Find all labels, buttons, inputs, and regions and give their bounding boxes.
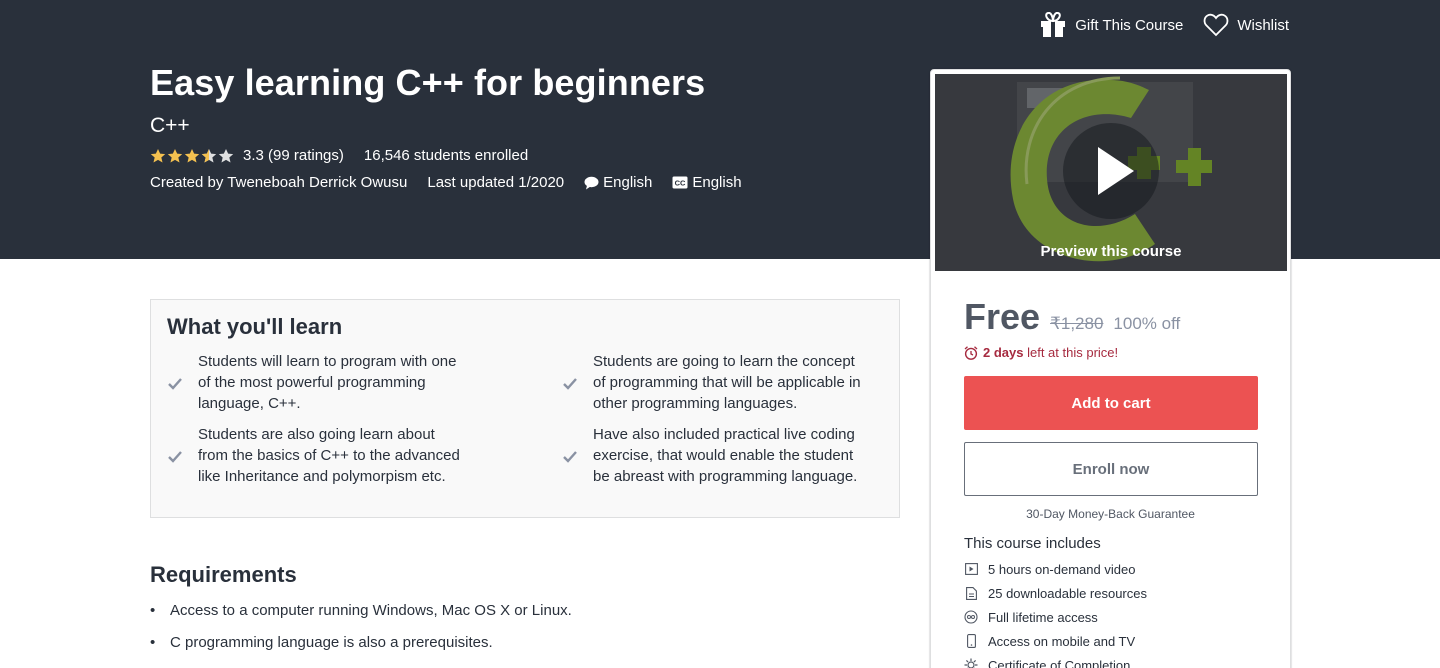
learn-item-text: Students are going to learn the concept … — [593, 353, 861, 412]
gift-icon — [1041, 12, 1066, 37]
requirements-title: Requirements — [150, 562, 297, 587]
preview-label: Preview this course — [1040, 243, 1182, 260]
learn-item-text: Have also included practical live coding… — [593, 426, 858, 485]
current-price: Free — [964, 296, 1041, 337]
what-youll-learn: What you'll learn Students will learn to… — [150, 299, 900, 518]
add-to-cart-button[interactable]: Add to cart — [964, 376, 1258, 430]
learn-title: What you'll learn — [167, 314, 343, 339]
star-full-icon — [167, 148, 183, 162]
includes-title: This course includes — [964, 535, 1101, 552]
include-label: Certificate of Completion — [988, 657, 1131, 668]
includes-list: 5 hours on-demand video 25 downloadable … — [964, 557, 1147, 668]
speech-bubble-icon — [584, 176, 599, 189]
timer-days: 2 days — [983, 345, 1024, 360]
learn-item: Students are going to learn the concept … — [562, 351, 862, 414]
price-row: Free ₹1,280 100% off — [964, 296, 1180, 338]
instructor-credit: Created by Tweneboah Derrick Owusu — [150, 174, 408, 191]
gift-label: Gift This Course — [1075, 16, 1184, 34]
course-language: English — [584, 174, 652, 191]
discount-percentage: 100% off — [1113, 314, 1181, 333]
course-preview[interactable]: Preview this course — [935, 74, 1287, 271]
purchase-card: Preview this course Free ₹1,280 100% off… — [930, 69, 1291, 668]
include-label: 25 downloadable resources — [988, 585, 1147, 601]
course-title: Easy learning C++ for beginners — [150, 62, 706, 103]
checkmark-icon — [563, 451, 577, 463]
star-empty-icon — [218, 148, 234, 162]
learn-item-text: Students are also going learn about from… — [198, 426, 460, 485]
requirement-text: Access to a computer running Windows, Ma… — [170, 602, 572, 619]
enroll-now-button[interactable]: Enroll now — [964, 442, 1258, 496]
original-price: ₹1,280 — [1050, 314, 1104, 333]
certificate-icon — [964, 658, 978, 668]
requirement-item: • C programming language is also a prereq… — [150, 632, 900, 664]
svg-text:CC: CC — [675, 178, 686, 187]
checkmark-icon — [168, 378, 182, 390]
wishlist-label: Wishlist — [1237, 16, 1289, 34]
learn-item: Have also included practical live coding… — [562, 424, 862, 487]
requirement-item: • Access to a computer running Windows, M… — [150, 600, 900, 632]
timer-suffix: left at this price! — [1023, 345, 1119, 360]
requirement-text: C programming language is also a prerequ… — [170, 634, 493, 651]
include-item: 25 downloadable resources — [964, 581, 1147, 605]
course-subtitle: C++ — [150, 114, 190, 137]
star-half-icon — [201, 148, 217, 162]
include-item: Access on mobile and TV — [964, 629, 1147, 653]
requirements-list: • Access to a computer running Windows, M… — [150, 600, 900, 664]
star-full-icon — [150, 148, 166, 162]
rating-row: 3.3 (99 ratings) 16,546 students enrolle… — [150, 147, 528, 164]
wishlist-button[interactable]: Wishlist — [1203, 13, 1289, 37]
include-item: Certificate of Completion — [964, 653, 1147, 668]
learn-item: Students are also going learn about from… — [167, 424, 467, 487]
alarm-clock-icon — [964, 345, 978, 360]
star-rating — [150, 148, 234, 164]
checkmark-icon — [563, 378, 577, 390]
top-actions: Gift This Course Wishlist — [1039, 12, 1289, 38]
checkmark-icon — [168, 451, 182, 463]
heart-icon — [1203, 13, 1229, 37]
language-label: English — [603, 174, 653, 191]
file-icon — [964, 586, 978, 600]
money-back-guarantee: 30-Day Money-Back Guarantee — [1026, 507, 1195, 521]
timer-text: 2 days left at this price! — [983, 345, 1118, 360]
bullet: • — [150, 634, 156, 651]
last-updated: Last updated 1/2020 — [427, 174, 565, 191]
enrolled-count: 16,546 students enrolled — [363, 147, 529, 164]
include-item: Full lifetime access — [964, 605, 1147, 629]
include-label: Full lifetime access — [988, 609, 1098, 625]
infinity-icon — [964, 610, 978, 624]
include-label: Access on mobile and TV — [988, 633, 1136, 649]
course-captions: CC English — [672, 174, 742, 191]
gift-course-button[interactable]: Gift This Course — [1039, 12, 1183, 38]
video-icon — [964, 562, 978, 576]
bullet: • — [150, 602, 156, 619]
include-label: 5 hours on-demand video — [988, 561, 1136, 577]
star-full-icon — [184, 148, 200, 162]
course-meta: Created by Tweneboah Derrick Owusu Last … — [150, 174, 762, 191]
closed-caption-icon: CC — [672, 176, 688, 189]
include-item: 5 hours on-demand video — [964, 557, 1147, 581]
mobile-icon — [964, 634, 978, 648]
cpp-logo-thumbnail — [935, 74, 1287, 271]
learn-item-text: Students will learn to program with one … — [198, 353, 457, 412]
rating-text: 3.3 (99 ratings) — [243, 147, 344, 164]
captions-label: English — [692, 174, 742, 191]
learn-item: Students will learn to program with one … — [167, 351, 467, 414]
price-countdown: 2 days left at this price! — [964, 345, 1118, 360]
